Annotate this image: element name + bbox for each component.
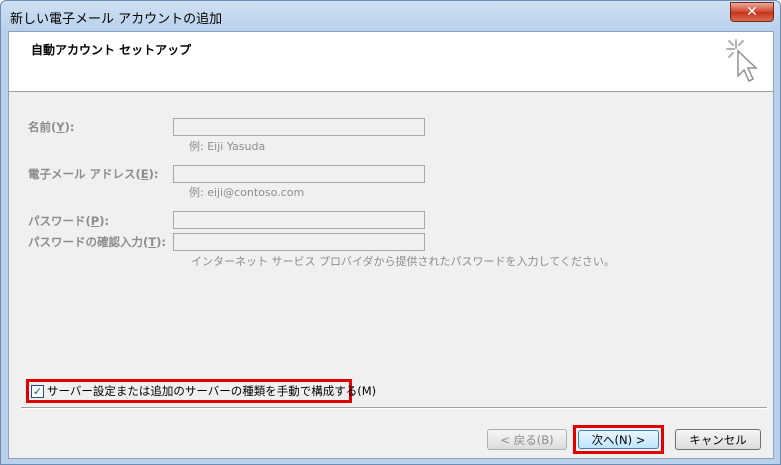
- manual-setup-checkbox-row[interactable]: ✓ サーバー設定または追加のサーバーの種類を手動で構成する(M): [26, 379, 376, 403]
- title-bar[interactable]: 新しい電子メール アカウントの追加 ✕: [1, 1, 780, 31]
- dialog-window: 新しい電子メール アカウントの追加 ✕ 自動アカウント セットアップ 名前(Y)…: [0, 0, 781, 465]
- name-hint: 例: Eiji Yasuda: [189, 140, 266, 153]
- email-input[interactable]: [173, 165, 425, 183]
- dialog-client-area: 自動アカウント セットアップ 名前(Y): 例: Eiji Yasuda 電子メ…: [8, 31, 774, 459]
- next-button[interactable]: 次へ(N) >: [578, 430, 659, 449]
- click-cursor-icon: [726, 39, 758, 83]
- email-hint: 例: eiji@contoso.com: [189, 186, 305, 199]
- cancel-button[interactable]: キャンセル: [675, 429, 761, 450]
- name-input[interactable]: [173, 118, 425, 136]
- password-confirm-input[interactable]: [173, 233, 425, 251]
- back-button[interactable]: < 戻る(B): [487, 429, 567, 450]
- password-input[interactable]: [173, 211, 425, 229]
- close-button[interactable]: ✕: [730, 2, 774, 22]
- password-label: パスワード(P):: [28, 214, 110, 228]
- email-label: 電子メール アドレス(E):: [28, 167, 159, 181]
- password-hint: インターネット サービス プロバイダから提供されたパスワードを入力してください。: [191, 255, 615, 268]
- close-icon: ✕: [746, 4, 758, 20]
- manual-setup-checkbox[interactable]: ✓: [31, 384, 44, 398]
- name-label: 名前(Y):: [28, 120, 75, 134]
- check-icon: ✓: [32, 384, 43, 398]
- password-confirm-label: パスワードの確認入力(T):: [28, 235, 166, 249]
- window-title: 新しい電子メール アカウントの追加: [10, 12, 223, 27]
- footer-separator: [21, 407, 767, 409]
- manual-setup-label: サーバー設定または追加のサーバーの種類を手動で構成する(M): [47, 384, 377, 398]
- page-title: 自動アカウント セットアップ: [31, 43, 192, 57]
- header-band: 自動アカウント セットアップ: [9, 32, 773, 92]
